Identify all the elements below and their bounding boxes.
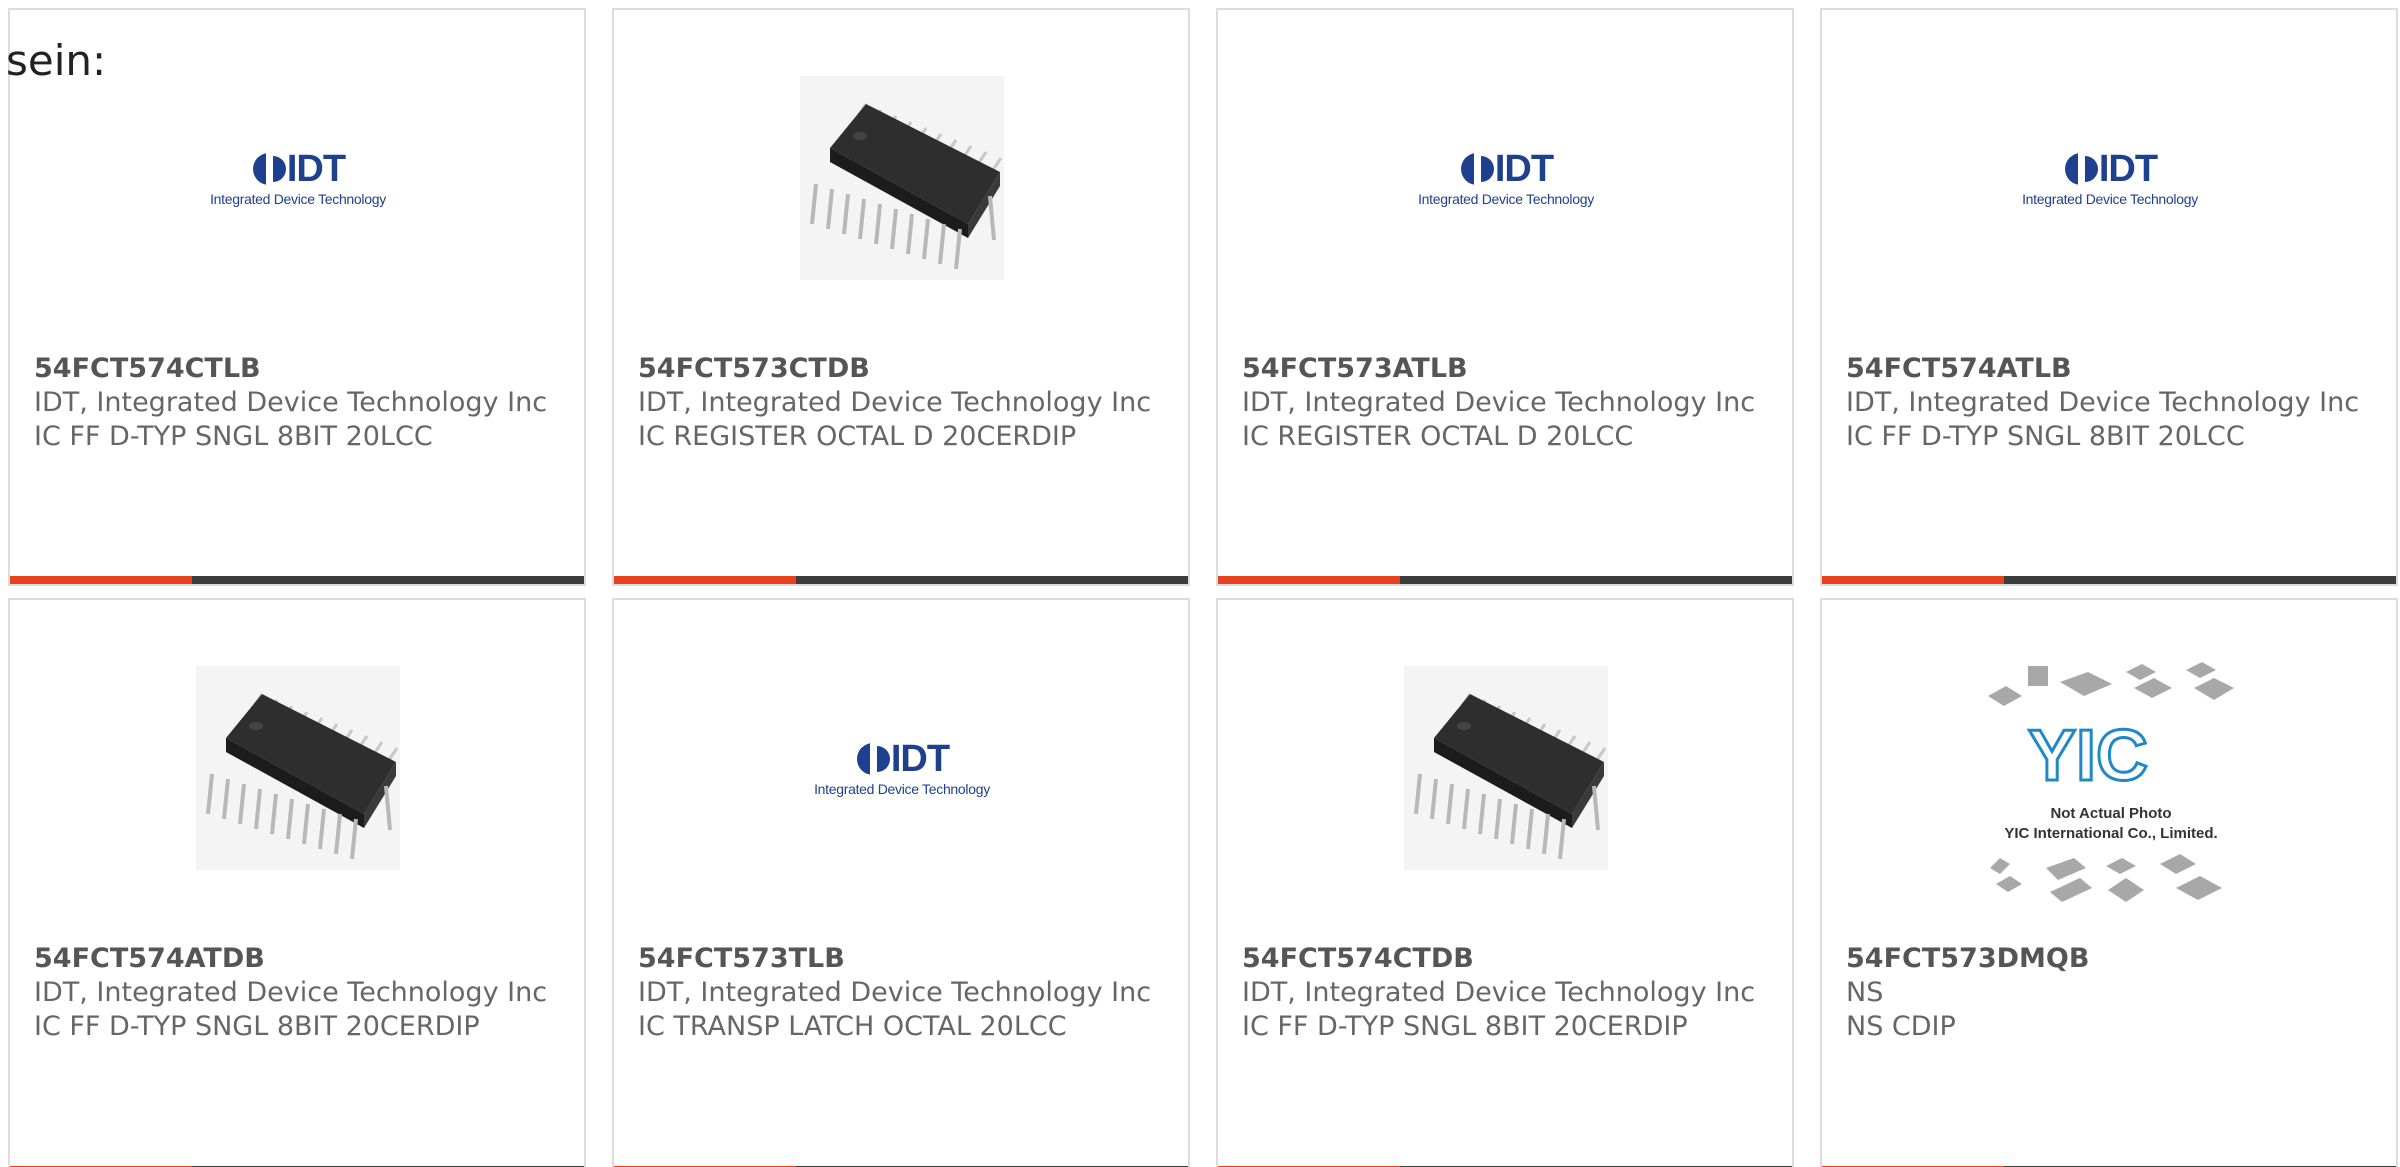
yic-logo-icon: YIC Not Actual Photo YIC International Co.… [1988,662,2234,902]
manufacturer-name: NS [1846,977,1884,1008]
part-number[interactable]: 54FCT574CTLB [34,352,560,386]
manufacturer-name: IDT, Integrated Device Technology Inc [638,387,1152,418]
product-description: IC FF D-TYP SNGL 8BIT 20CERDIP [34,1011,480,1042]
yic-placeholder-image: YIC Not Actual Photo YIC International Co.… [1976,658,2246,908]
product-image: IDT Integrated Device Technology [800,666,1004,870]
manufacturer-name: IDT, Integrated Device Technology Inc [34,977,548,1008]
product-card-54fct573atlb[interactable]: IDT Integrated Device Technology 54FCT573… [1216,8,1794,586]
chip-icon [206,693,399,860]
idt-logo: IDT Integrated Device Technology [1418,149,1594,207]
part-number[interactable]: 54FCT574CTDB [1242,942,1768,976]
idt-tagline: Integrated Device Technology [210,191,386,207]
product-description: IC FF D-TYP SNGL 8BIT 20LCC [34,421,433,452]
card-footer-bar [1218,576,1792,584]
card-footer-accent [1822,576,2004,584]
part-number[interactable]: 54FCT574ATLB [1846,352,2372,386]
card-footer-accent [614,576,796,584]
card-footer-accent [10,576,192,584]
idt-logo: IDT Integrated Device Technology [210,149,386,207]
product-card-54fct573ctdb[interactable]: 54FCT573CTDB IDT, Integrated Device Tech… [612,8,1190,586]
product-info: 54FCT573CTDB IDT, Integrated Device Tech… [638,352,1164,454]
product-image: IDT Integrated Device Technology [196,76,400,280]
product-description: IC REGISTER OCTAL D 20CERDIP [638,421,1077,452]
product-image [1404,666,1608,870]
idt-logo: IDT Integrated Device Technology [814,739,990,797]
product-image [800,76,1004,280]
idt-tagline: Integrated Device Technology [2022,191,2198,207]
chip-icon [1414,693,1607,860]
product-description: IC FF D-TYP SNGL 8BIT 20LCC [1846,421,2245,452]
product-info: 54FCT574ATLB IDT, Integrated Device Tech… [1846,352,2372,454]
product-info: 54FCT574CTDB IDT, Integrated Device Tech… [1242,942,1768,1044]
product-image: IDT Integrated Device Technology [2008,76,2212,280]
idt-wordmark: IDT [1494,148,1554,190]
yic-caption-line1: Not Actual Photo [2050,805,2171,822]
part-number[interactable]: 54FCT573DMQB [1846,942,2372,976]
product-description: NS CDIP [1846,1011,1956,1042]
idt-mark-icon [856,741,891,777]
product-listing-page: sein: IDT Integrated Device Technology 54… [0,0,2400,1167]
product-info: 54FCT574CTLB IDT, Integrated Device Tech… [34,352,560,454]
card-footer-bar [1822,576,2396,584]
product-card-54fct573tlb[interactable]: IDT Integrated Device Technology 54FCT573… [612,598,1190,1167]
chip-icon [810,103,1003,270]
manufacturer-name: IDT, Integrated Device Technology Inc [638,977,1152,1008]
idt-tagline: Integrated Device Technology [1418,191,1594,207]
product-description: IC FF D-TYP SNGL 8BIT 20CERDIP [1242,1011,1688,1042]
intro-text: sein: [6,36,107,85]
product-description: IC REGISTER OCTAL D 20LCC [1242,421,1634,452]
dip-chip-photo [1404,666,1608,870]
product-info: 54FCT573ATLB IDT, Integrated Device Tech… [1242,352,1768,454]
product-image: YIC Not Actual Photo YIC International Co.… [1976,658,2246,908]
manufacturer-name: IDT, Integrated Device Technology Inc [1846,387,2360,418]
product-card-54fct574ctlb[interactable]: IDT Integrated Device Technology 54FCT574… [8,8,586,586]
product-card-54fct574atlb[interactable]: IDT Integrated Device Technology 54FCT574… [1820,8,2398,586]
dip-chip-photo [196,666,400,870]
product-card-54fct573dmqb[interactable]: YIC Not Actual Photo YIC International Co.… [1820,598,2398,1167]
product-card-54fct574atdb[interactable]: 54FCT574ATDB IDT, Integrated Device Tech… [8,598,586,1167]
product-description: IC TRANSP LATCH OCTAL 20LCC [638,1011,1067,1042]
product-grid: IDT Integrated Device Technology 54FCT574… [8,8,2398,1167]
part-number[interactable]: 54FCT573ATLB [1242,352,1768,386]
part-number[interactable]: 54FCT573TLB [638,942,1164,976]
product-info: 54FCT574ATDB IDT, Integrated Device Tech… [34,942,560,1044]
product-info: 54FCT573TLB IDT, Integrated Device Techn… [638,942,1164,1044]
idt-logo: IDT Integrated Device Technology [2022,149,2198,207]
card-footer-bar [10,576,584,584]
card-footer-bar [614,576,1188,584]
manufacturer-name: IDT, Integrated Device Technology Inc [1242,977,1756,1008]
product-image [196,666,400,870]
idt-mark-icon [2064,151,2099,187]
product-card-54fct574ctdb[interactable]: 54FCT574CTDB IDT, Integrated Device Tech… [1216,598,1794,1167]
dip-chip-photo [800,76,1004,280]
card-footer-accent [1218,576,1400,584]
idt-wordmark: IDT [2098,148,2158,190]
idt-tagline: Integrated Device Technology [814,781,990,797]
manufacturer-name: IDT, Integrated Device Technology Inc [34,387,548,418]
part-number[interactable]: 54FCT574ATDB [34,942,560,976]
idt-wordmark: IDT [286,148,346,190]
manufacturer-name: IDT, Integrated Device Technology Inc [1242,387,1756,418]
product-image: IDT Integrated Device Technology [1404,76,1608,280]
yic-mark: YIC [2028,716,2148,796]
yic-caption-line2: YIC International Co., Limited. [2004,825,2217,842]
idt-mark-icon [252,151,287,187]
part-number[interactable]: 54FCT573CTDB [638,352,1164,386]
idt-wordmark: IDT [890,738,950,780]
product-info: 54FCT573DMQB NS NS CDIP [1846,942,2372,1044]
idt-mark-icon [1460,151,1495,187]
